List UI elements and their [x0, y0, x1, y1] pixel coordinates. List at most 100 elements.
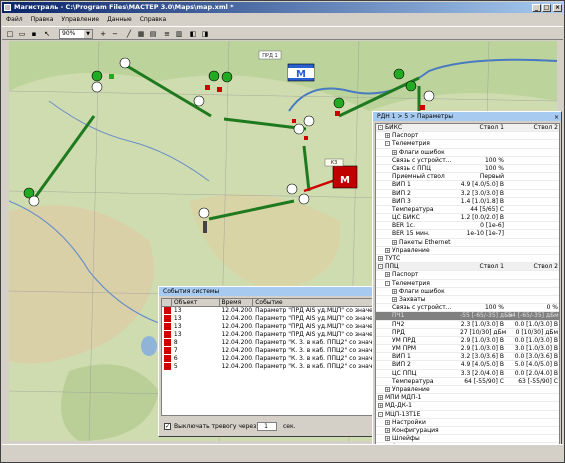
tree-row[interactable]: УМ ПРД 2.9 [1.0/3.0] В 0.0 [1.0/3.0] В	[376, 337, 559, 346]
col-time[interactable]: Время	[220, 299, 254, 306]
properties-icon[interactable]: ▤	[148, 29, 158, 39]
tree-row[interactable]: + Флаги ошибок	[376, 288, 559, 296]
list-icon[interactable]: ≡	[162, 29, 172, 39]
parameters-tree[interactable]: - БИКС Ствол 1 Ствол 2 + Паспорт - Телеметрия + Ф…	[375, 123, 560, 453]
tree-row[interactable]: BER 15 мин. 1e-10 [1e-7]	[376, 230, 559, 239]
window-icon[interactable]: ◧	[188, 29, 198, 39]
menu-control[interactable]: Управление	[57, 14, 103, 25]
tree-row[interactable]: + Флаги ошибок	[376, 149, 559, 157]
tree-row[interactable]: + Конфигурация	[376, 427, 559, 436]
tree-row[interactable]: ВИП 2 3.2 [3.0/3.0] В	[376, 190, 559, 198]
save-icon[interactable]: ▪	[29, 29, 39, 39]
table-icon[interactable]: ▥	[174, 29, 184, 39]
close-icon[interactable]: ×	[554, 113, 559, 122]
tree-row[interactable]: ВИП 1 4.9 [4.0/5.0] В	[376, 181, 559, 190]
tree-row[interactable]: + МПИ МДП-1	[376, 394, 559, 403]
menu-help[interactable]: Справка	[136, 14, 170, 25]
tree-row[interactable]: + МД-ДК-1	[376, 402, 559, 411]
expand-icon[interactable]: +	[385, 247, 390, 253]
events-table[interactable]: Объект Время Событие 1312.04.200...Парам…	[161, 298, 377, 416]
collapse-icon[interactable]: -	[385, 280, 390, 286]
alarm-seconds-spinner[interactable]: 1	[257, 422, 277, 431]
expand-icon[interactable]: +	[385, 272, 390, 278]
open-folder-icon[interactable]: ▭	[17, 29, 27, 39]
table-row[interactable]: 13 12.04.200...Параметр "ПРД AIS уд.МЦП" …	[162, 323, 376, 331]
tree-row[interactable]: ВИП 3 1.4 [1.0/1.8] В	[376, 198, 559, 206]
close-button[interactable]: ×	[553, 4, 562, 12]
tree-row[interactable]: ВИП 2 4.9 [4.0/5.0] В 5.0 [4.0/5.0] В	[376, 361, 559, 370]
tree-row[interactable]: + Настройки	[376, 419, 559, 427]
minimize-button[interactable]: _	[532, 4, 541, 12]
tree-row[interactable]: Связь с устройст... 100 %	[376, 157, 559, 165]
grid-icon[interactable]: ▦	[136, 29, 146, 39]
col-object[interactable]: Объект	[172, 299, 220, 306]
menu-file[interactable]: Файл	[2, 14, 27, 25]
tree-row[interactable]: + Управление	[376, 247, 559, 255]
tree-row[interactable]: ЦС БИКС 1.2 [0.0/2.0] В	[376, 214, 559, 223]
events-icon[interactable]: ◨	[200, 29, 210, 39]
tree-row[interactable]: - МЦП-13Т1Е	[376, 411, 559, 419]
tree-row[interactable]: + Паспорт	[376, 132, 559, 141]
tree-row[interactable]: ПЧ1 -55 [-65/-35] дБм -54 [-65/-35] дБм	[376, 312, 559, 321]
tree-row[interactable]: Приемный ствол Первый	[376, 173, 559, 182]
expand-icon[interactable]: +	[392, 239, 397, 245]
zoom-out-icon[interactable]: −	[110, 29, 120, 39]
tree-row[interactable]: Температура 64 [-55/90] С 63 [-55/90] С	[376, 378, 559, 386]
table-row[interactable]: 5 12.04.200...Параметр "К. 3. в каб. ППЦ2…	[162, 363, 376, 371]
tree-row[interactable]: ПЧ2 2.3 [1.0/3.0] В 0.0 [1.0/3.0] В	[376, 321, 559, 329]
table-row[interactable]: 13 12.04.200...Параметр "ПРД AIS уд.МЦП" …	[162, 331, 376, 339]
collapse-icon[interactable]: -	[378, 411, 383, 417]
tree-row[interactable]: + Паспорт	[376, 271, 559, 280]
cursor-icon[interactable]: ↖	[42, 29, 52, 39]
tree-row[interactable]: + Пакеты Ethernet	[376, 239, 559, 247]
link-tool-icon[interactable]: ╱	[124, 29, 134, 39]
col-flag[interactable]	[162, 299, 172, 306]
tree-row[interactable]: + Захваты	[376, 296, 559, 305]
tree-row[interactable]: - ППЦ Ствол 1 Ствол 2	[376, 263, 559, 272]
zoom-in-icon[interactable]: +	[98, 29, 108, 39]
tree-row[interactable]: ПРД 27 [10/30] дБм 0 [10/30] дБм	[376, 329, 559, 337]
table-row[interactable]: 6 12.04.200...Параметр "К. 3. в каб. ППЦ2…	[162, 355, 376, 363]
tree-row[interactable]: Связь с устройст... 100 % 0 %	[376, 304, 559, 313]
tree-row[interactable]: - БИКС Ствол 1 Ствол 2	[376, 124, 559, 133]
tree-row[interactable]: - Телеметрия	[376, 140, 559, 149]
new-file-icon[interactable]: □	[5, 29, 15, 39]
relay-marker-icon[interactable]: M	[287, 63, 315, 82]
expand-icon[interactable]: +	[392, 296, 397, 302]
tree-row[interactable]: ВИП 1 3.2 [3.0/3.6] В 0.0 [3.0/3.6] В	[376, 353, 559, 362]
tree-row[interactable]: + Шлейфы	[376, 435, 559, 444]
table-row[interactable]: 13 12.04.200...Параметр "ПРД AIS уд.МЦП" …	[162, 307, 376, 315]
menu-edit[interactable]: Правка	[27, 14, 58, 25]
tree-row[interactable]: Связь с ППЦ 100 %	[376, 165, 559, 174]
collapse-icon[interactable]: -	[378, 264, 383, 270]
collapse-icon[interactable]: -	[385, 141, 390, 147]
zoom-select[interactable]: 90% ▼	[59, 29, 93, 39]
expand-icon[interactable]: +	[378, 256, 383, 261]
alarm-off-checkbox[interactable]: ✓	[164, 423, 171, 430]
collapse-icon[interactable]: -	[378, 125, 383, 130]
expand-icon[interactable]: +	[378, 403, 383, 409]
col-event[interactable]: Событие	[253, 299, 376, 306]
expand-icon[interactable]: +	[378, 395, 383, 401]
expand-icon[interactable]: +	[385, 419, 390, 425]
expand-icon[interactable]: +	[385, 387, 390, 392]
tree-row[interactable]: УМ ПРМ 2.9 [1.0/3.0] В 3.0 [1.0/3.0] В	[376, 345, 559, 354]
maximize-button[interactable]: □	[542, 4, 551, 12]
tree-row[interactable]: - Телеметрия	[376, 280, 559, 288]
expand-icon[interactable]: +	[392, 149, 397, 155]
menu-data[interactable]: Данные	[103, 14, 136, 25]
tree-row[interactable]: + Управление	[376, 386, 559, 395]
expand-icon[interactable]: +	[392, 288, 397, 294]
tree-row[interactable]: Температура 44 [5/65] С	[376, 206, 559, 215]
table-row[interactable]: 8 12.04.200...Параметр "К. 3. в каб. ППЦ2…	[162, 339, 376, 347]
tree-row[interactable]: + ТУТС	[376, 255, 559, 264]
alarm-marker-icon[interactable]: M	[332, 165, 358, 189]
expand-icon[interactable]: +	[385, 427, 390, 433]
tree-row[interactable]: ЦС ППЦ 3.3 [2.0/4.0] В 0.0 [2.0/4.0] В	[376, 370, 559, 378]
expand-icon[interactable]: +	[385, 436, 390, 442]
tree-row[interactable]: BER 1с. 0 [1e-6]	[376, 222, 559, 231]
table-row[interactable]: 13 12.04.200...Параметр "ПРД AIS уд.МЦП" …	[162, 315, 376, 323]
events-table-header: Объект Время Событие	[162, 299, 376, 307]
table-row[interactable]: 7 12.04.200...Параметр "К. 3. в каб. ППЦ2…	[162, 347, 376, 355]
expand-icon[interactable]: +	[385, 133, 390, 139]
